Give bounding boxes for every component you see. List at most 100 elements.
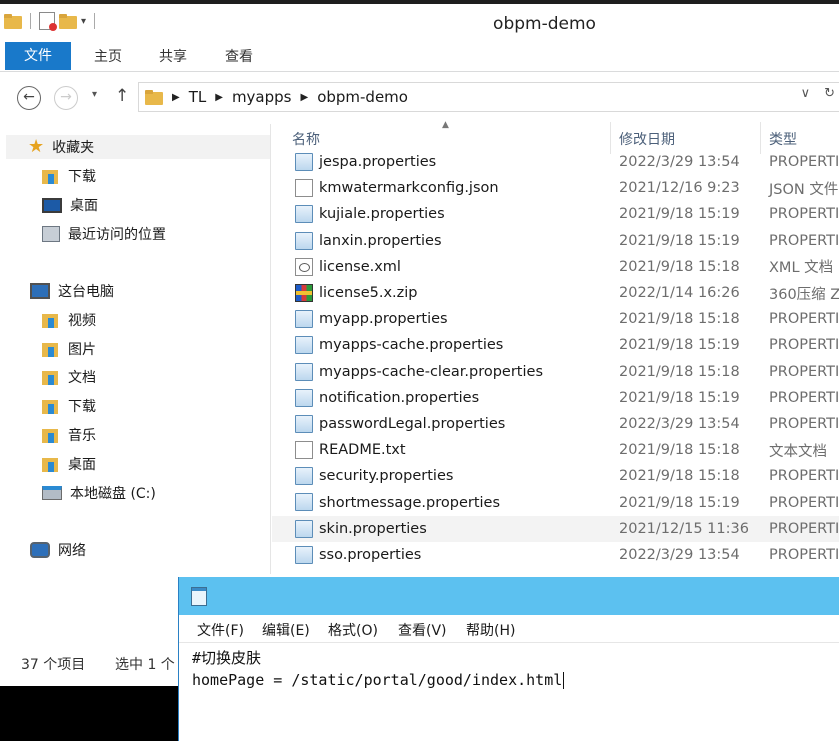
nav-network[interactable]: 网络: [30, 538, 86, 562]
file-type: PROPERTI: [769, 546, 839, 563]
file-date: 2021/12/15 11:36: [619, 520, 749, 537]
properties-file-icon: [295, 493, 313, 512]
refresh-icon[interactable]: ↻: [824, 86, 835, 101]
column-header-date[interactable]: 修改日期: [619, 129, 675, 149]
file-name: myapps-cache.properties: [319, 337, 504, 354]
properties-file-icon: [295, 205, 313, 224]
nav-favorites[interactable]: ★ 收藏夹: [6, 135, 270, 159]
notepad-menu-bar: 文件(F) 编辑(E) 格式(O) 查看(V) 帮助(H): [179, 615, 839, 643]
file-name: myapps-cache-clear.properties: [319, 363, 543, 380]
menu-help[interactable]: 帮助(H): [466, 620, 515, 640]
file-date: 2021/9/18 15:19: [619, 206, 740, 223]
chevron-right-icon[interactable]: ▶: [172, 92, 180, 103]
menu-view[interactable]: 查看(V): [398, 620, 447, 640]
notepad-window: 文件(F) 编辑(E) 格式(O) 查看(V) 帮助(H) #切换皮肤 homeP…: [178, 577, 839, 741]
properties-file-icon: [295, 467, 313, 486]
properties-file-icon: [295, 414, 313, 433]
chevron-right-icon[interactable]: ▶: [215, 92, 223, 103]
nav-favorites-recent[interactable]: 最近访问的位置: [42, 222, 166, 246]
nav-pc-videos[interactable]: 视频: [42, 308, 96, 332]
column-header-name[interactable]: 名称: [292, 129, 320, 149]
file-type: PROPERTI: [769, 520, 839, 537]
file-type: PROPERTI: [769, 468, 839, 485]
file-type: PROPERTI: [769, 232, 839, 249]
item-count: 37 个项目: [21, 657, 86, 673]
column-header-type[interactable]: 类型: [769, 129, 797, 149]
breadcrumb-obpm-demo[interactable]: obpm-demo: [317, 88, 408, 106]
file-row[interactable]: license.xml 2021/9/18 15:18 XML 文档: [272, 254, 839, 280]
downloads-folder-icon: [42, 398, 60, 414]
nav-pc-documents[interactable]: 文档: [42, 365, 96, 389]
file-date: 2022/3/29 13:54: [619, 154, 740, 171]
file-date: 2022/3/29 13:54: [619, 415, 740, 432]
downloads-folder-icon: [42, 168, 60, 184]
notepad-text-area[interactable]: #切换皮肤 homePage = /static/portal/good/inde…: [192, 647, 565, 691]
file-type: 文本文档: [769, 443, 827, 460]
nav-this-pc[interactable]: 这台电脑: [30, 279, 114, 303]
properties-file-icon: [295, 519, 313, 538]
breadcrumb-myapps[interactable]: myapps: [232, 88, 292, 106]
file-row[interactable]: passwordLegal.properties 2022/3/29 13:54 P…: [272, 411, 839, 437]
file-row[interactable]: myapp.properties 2021/9/18 15:18 PROPERTI: [272, 306, 839, 332]
up-arrow-icon[interactable]: ↑: [115, 86, 129, 106]
nav-favorites-downloads[interactable]: 下载: [42, 164, 96, 188]
title-bar: ▾ obpm-demo: [0, 0, 839, 42]
notepad-title-bar[interactable]: [179, 577, 839, 615]
file-date: 2022/1/14 16:26: [619, 285, 740, 302]
chevron-right-icon[interactable]: ▶: [300, 92, 308, 103]
recent-places-icon: [42, 226, 60, 242]
file-row[interactable]: lanxin.properties 2021/9/18 15:19 PROPERTI: [272, 228, 839, 254]
nav-favorites-desktop[interactable]: 桌面: [42, 193, 98, 217]
file-type: PROPERTI: [769, 337, 839, 354]
file-row[interactable]: myapps-cache-clear.properties 2021/9/18 1…: [272, 359, 839, 385]
text-line-homepage: homePage = /static/portal/good/index.htm…: [192, 671, 563, 689]
file-row[interactable]: shortmessage.properties 2021/9/18 15:19 PR…: [272, 489, 839, 515]
selection-count: 选中 1 个: [115, 657, 175, 673]
recent-locations-chevron-icon[interactable]: ▾: [92, 89, 97, 100]
address-dropdown-chevron-icon[interactable]: ∨: [801, 86, 811, 101]
file-date: 2021/9/18 15:18: [619, 363, 740, 380]
tab-file[interactable]: 文件: [5, 42, 71, 70]
file-type: 360压缩 Z: [769, 286, 839, 303]
menu-format[interactable]: 格式(O): [328, 620, 378, 640]
tab-share[interactable]: 共享: [145, 42, 201, 72]
file-date: 2021/9/18 15:18: [619, 468, 740, 485]
file-name: sso.properties: [319, 546, 422, 563]
file-type: PROPERTI: [769, 154, 839, 171]
nav-pc-downloads[interactable]: 下载: [42, 394, 96, 418]
file-name: skin.properties: [319, 520, 427, 537]
file-row[interactable]: README.txt 2021/9/18 15:18 文本文档: [272, 437, 839, 463]
nav-pc-pictures[interactable]: 图片: [42, 337, 96, 361]
nav-pc-local-disk[interactable]: 本地磁盘 (C:): [42, 481, 156, 505]
file-row[interactable]: kujiale.properties 2021/9/18 15:19 PROPERT…: [272, 201, 839, 227]
file-date: 2021/9/18 15:18: [619, 311, 740, 328]
ribbon-tabs: 文件 主页 共享 查看: [0, 42, 839, 72]
desktop-icon: [42, 197, 62, 213]
sort-ascending-icon: ▲: [442, 120, 449, 130]
file-row[interactable]: myapps-cache.properties 2021/9/18 15:19 PR…: [272, 332, 839, 358]
file-row[interactable]: skin.properties 2021/12/15 11:36 PROPERTI: [272, 515, 839, 542]
file-row[interactable]: sso.properties 2022/3/29 13:54 PROPERTI: [272, 542, 839, 568]
drive-icon: [42, 486, 62, 500]
back-button[interactable]: ←: [17, 86, 41, 110]
tab-view[interactable]: 查看: [211, 42, 267, 72]
properties-file-icon: [295, 231, 313, 250]
file-row[interactable]: jespa.properties 2022/3/29 13:54 PROPERTI: [272, 149, 839, 175]
file-row[interactable]: license5.x.zip 2022/1/14 16:26 360压缩 Z: [272, 280, 839, 306]
address-bar[interactable]: ▶ TL ▶ myapps ▶ obpm-demo: [138, 82, 839, 112]
menu-edit[interactable]: 编辑(E): [262, 620, 310, 640]
file-name: license.xml: [319, 258, 401, 275]
menu-file[interactable]: 文件(F): [197, 620, 244, 640]
notepad-icon: [191, 587, 207, 606]
breadcrumb-tl[interactable]: TL: [189, 88, 207, 106]
desktop-folder-icon: [42, 456, 60, 472]
forward-button[interactable]: →: [54, 86, 78, 110]
text-file-icon: [295, 179, 313, 198]
nav-pc-desktop[interactable]: 桌面: [42, 452, 96, 476]
file-row[interactable]: kmwatermarkconfig.json 2021/12/16 9:23 JSO…: [272, 175, 839, 201]
file-row[interactable]: security.properties 2021/9/18 15:18 PROPER…: [272, 463, 839, 489]
tab-home[interactable]: 主页: [80, 42, 136, 72]
nav-pc-music[interactable]: 音乐: [42, 423, 96, 447]
address-row: ← → ▾ ↑ ▶ TL ▶ myapps ▶ obpm-demo ∨ ↻: [0, 79, 839, 115]
file-row[interactable]: notification.properties 2021/9/18 15:19 PR…: [272, 385, 839, 411]
